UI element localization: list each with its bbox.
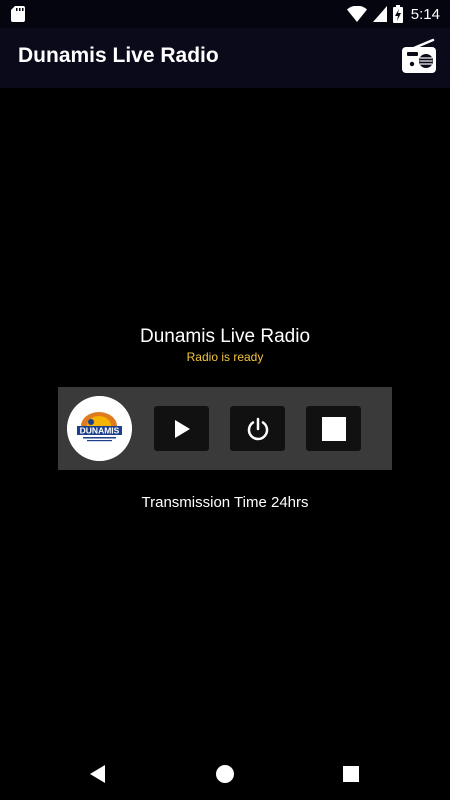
- app-bar: Dunamis Live Radio: [0, 28, 450, 88]
- play-icon: [174, 419, 190, 438]
- transmission-time: Transmission Time 24hrs: [141, 494, 309, 511]
- play-button[interactable]: [154, 406, 209, 451]
- recents-icon: [343, 766, 359, 782]
- radio-status: Radio is ready: [186, 350, 264, 364]
- home-button[interactable]: [213, 762, 237, 786]
- recents-button[interactable]: [339, 762, 363, 786]
- stop-button[interactable]: [306, 406, 361, 451]
- power-button[interactable]: [230, 406, 285, 451]
- back-icon: [90, 765, 105, 783]
- sd-card-icon: [11, 6, 25, 22]
- logo-text: DUNAMIS: [80, 426, 120, 436]
- app-title: Dunamis Live Radio: [18, 44, 219, 67]
- status-time: 5:14: [410, 5, 440, 23]
- screen: 5:14 Dunamis Live Radio Dunamis Live Rad…: [0, 0, 450, 800]
- station-logo: DUNAMIS: [67, 396, 132, 461]
- player-panel: DUNAMIS: [58, 387, 392, 470]
- wifi-icon: [346, 6, 367, 22]
- stop-icon: [321, 416, 346, 441]
- status-icons: 5:14: [346, 4, 440, 24]
- cell-signal-icon: [372, 6, 387, 22]
- dunamis-logo: DUNAMIS: [67, 396, 132, 461]
- battery-charging-icon: [392, 5, 403, 23]
- nav-bar: [0, 748, 450, 800]
- home-icon: [216, 765, 234, 783]
- back-button[interactable]: [86, 762, 110, 786]
- radio-icon[interactable]: [400, 38, 438, 76]
- status-bar: 5:14: [0, 0, 450, 28]
- power-icon: [247, 417, 268, 440]
- station-name: Dunamis Live Radio: [139, 326, 311, 347]
